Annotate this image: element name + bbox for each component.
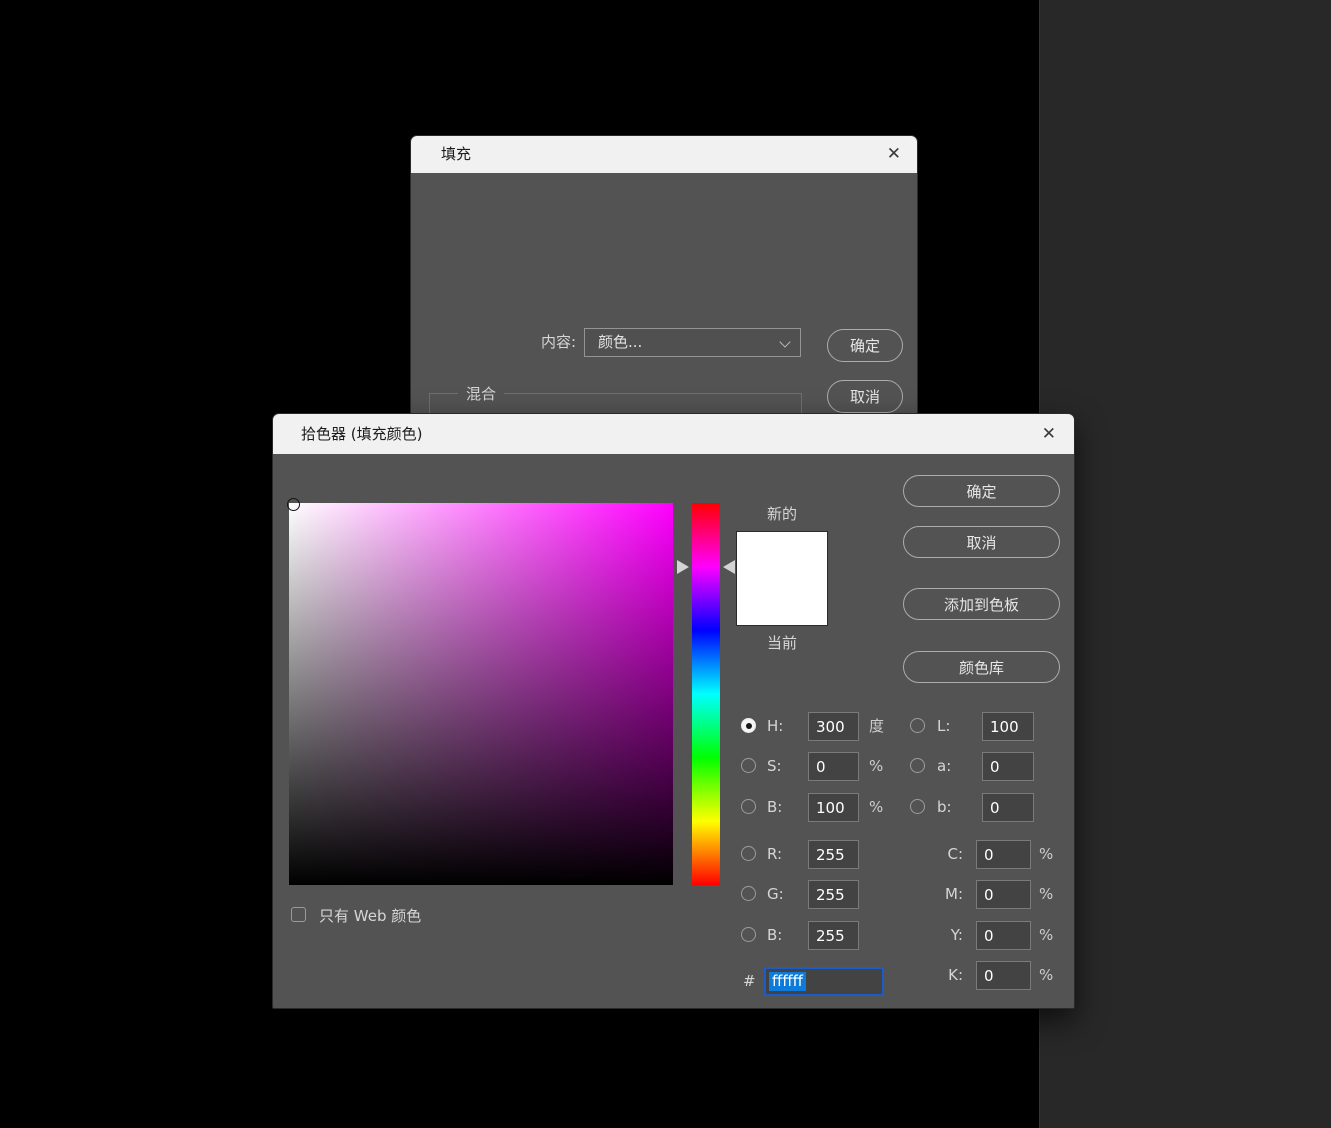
- fill-cancel-button[interactable]: 取消: [827, 380, 903, 413]
- b-rgb-input[interactable]: [808, 921, 859, 950]
- fill-dialog-titlebar[interactable]: 填充 ✕: [411, 136, 917, 173]
- hex-value-selected-text: ffffff: [769, 972, 806, 991]
- b-hsb-input[interactable]: [808, 793, 859, 822]
- color-field-marker[interactable]: [287, 498, 300, 511]
- b-lab-label: b:: [937, 793, 952, 822]
- photoshop-workspace: 填充 ✕ 内容: 颜色... 确定 取消 混合 模式: 正常 不透明度(O): …: [0, 0, 1331, 1128]
- row-y: Y: %: [933, 921, 1073, 950]
- b-rgb-radio[interactable]: [741, 927, 756, 942]
- c-label: C:: [933, 840, 963, 869]
- s-unit: %: [869, 752, 883, 781]
- color-libraries-button[interactable]: 颜色库: [903, 651, 1060, 683]
- m-unit: %: [1039, 880, 1053, 909]
- content-dropdown[interactable]: 颜色...: [584, 328, 801, 357]
- new-current-color-swatch: [736, 531, 828, 626]
- web-colors-label: 只有 Web 颜色: [319, 905, 421, 927]
- s-label: S:: [767, 752, 782, 781]
- h-unit: 度: [869, 712, 884, 741]
- blend-group-legend: 混合: [458, 383, 504, 404]
- row-c: C: %: [933, 840, 1073, 869]
- c-input[interactable]: [976, 840, 1031, 869]
- add-to-swatches-button[interactable]: 添加到色板: [903, 588, 1060, 620]
- r-input[interactable]: [808, 840, 859, 869]
- r-label: R:: [767, 840, 782, 869]
- s-radio[interactable]: [741, 758, 756, 773]
- row-k: K: %: [933, 961, 1073, 990]
- content-dropdown-value: 颜色...: [598, 329, 642, 356]
- web-colors-row: 只有 Web 颜色: [291, 905, 306, 927]
- m-label: M:: [933, 880, 963, 909]
- b-rgb-label: B:: [767, 921, 782, 950]
- k-label: K:: [933, 961, 963, 990]
- l-radio[interactable]: [910, 718, 925, 733]
- y-unit: %: [1039, 921, 1053, 950]
- y-label: Y:: [933, 921, 963, 950]
- a-label: a:: [937, 752, 951, 781]
- g-radio[interactable]: [741, 886, 756, 901]
- picker-ok-button[interactable]: 确定: [903, 475, 1060, 507]
- a-radio[interactable]: [910, 758, 925, 773]
- b-lab-input[interactable]: [982, 793, 1034, 822]
- b-hsb-label: B:: [767, 793, 782, 822]
- web-colors-checkbox[interactable]: [291, 907, 306, 922]
- chevron-down-icon: [779, 336, 790, 347]
- b-hsb-unit: %: [869, 793, 883, 822]
- k-unit: %: [1039, 961, 1053, 990]
- picker-title: 拾色器 (填充颜色): [301, 414, 422, 454]
- row-h-l: H: 度 L:: [735, 712, 1040, 741]
- c-unit: %: [1039, 840, 1053, 869]
- g-input[interactable]: [808, 880, 859, 909]
- b-lab-radio[interactable]: [910, 799, 925, 814]
- hex-hash-label: #: [743, 967, 756, 996]
- picker-body: 新的 当前 确定 取消 添加到色板 颜色库 H: 度 L: S:: [273, 454, 1076, 1010]
- h-input[interactable]: [808, 712, 859, 741]
- close-icon[interactable]: ✕: [1042, 426, 1056, 443]
- h-label: H:: [767, 712, 783, 741]
- hue-slider[interactable]: [692, 503, 720, 885]
- row-b-b: B: % b:: [735, 793, 1040, 822]
- r-radio[interactable]: [741, 846, 756, 861]
- g-label: G:: [767, 880, 784, 909]
- y-input[interactable]: [976, 921, 1031, 950]
- hue-slider-left-handle[interactable]: [677, 560, 689, 574]
- current-color-label: 当前: [736, 632, 828, 653]
- k-input[interactable]: [976, 961, 1031, 990]
- fill-dialog-title: 填充: [441, 136, 471, 173]
- l-input[interactable]: [982, 712, 1034, 741]
- picker-titlebar[interactable]: 拾色器 (填充颜色) ✕: [273, 414, 1074, 454]
- app-background-panel: [1039, 0, 1331, 1128]
- b-hsb-radio[interactable]: [741, 799, 756, 814]
- fill-ok-button[interactable]: 确定: [827, 329, 903, 362]
- m-input[interactable]: [976, 880, 1031, 909]
- picker-cancel-button[interactable]: 取消: [903, 526, 1060, 558]
- hue-slider-right-handle[interactable]: [723, 560, 735, 574]
- new-color-label: 新的: [736, 503, 828, 524]
- s-input[interactable]: [808, 752, 859, 781]
- a-input[interactable]: [982, 752, 1034, 781]
- color-field[interactable]: [289, 503, 673, 885]
- row-s-a: S: % a:: [735, 752, 1040, 781]
- content-label: 内容:: [491, 328, 576, 357]
- l-label: L:: [937, 712, 950, 741]
- hex-input[interactable]: ffffff: [764, 967, 884, 996]
- color-picker-dialog: 拾色器 (填充颜色) ✕ 新的 当前 确定 取消 添加到色板 颜色库 H:: [272, 413, 1075, 1009]
- fill-dialog: 填充 ✕ 内容: 颜色... 确定 取消 混合 模式: 正常 不透明度(O): …: [410, 135, 918, 419]
- row-m: M: %: [933, 880, 1073, 909]
- h-radio[interactable]: [741, 718, 756, 733]
- close-icon[interactable]: ✕: [887, 146, 901, 163]
